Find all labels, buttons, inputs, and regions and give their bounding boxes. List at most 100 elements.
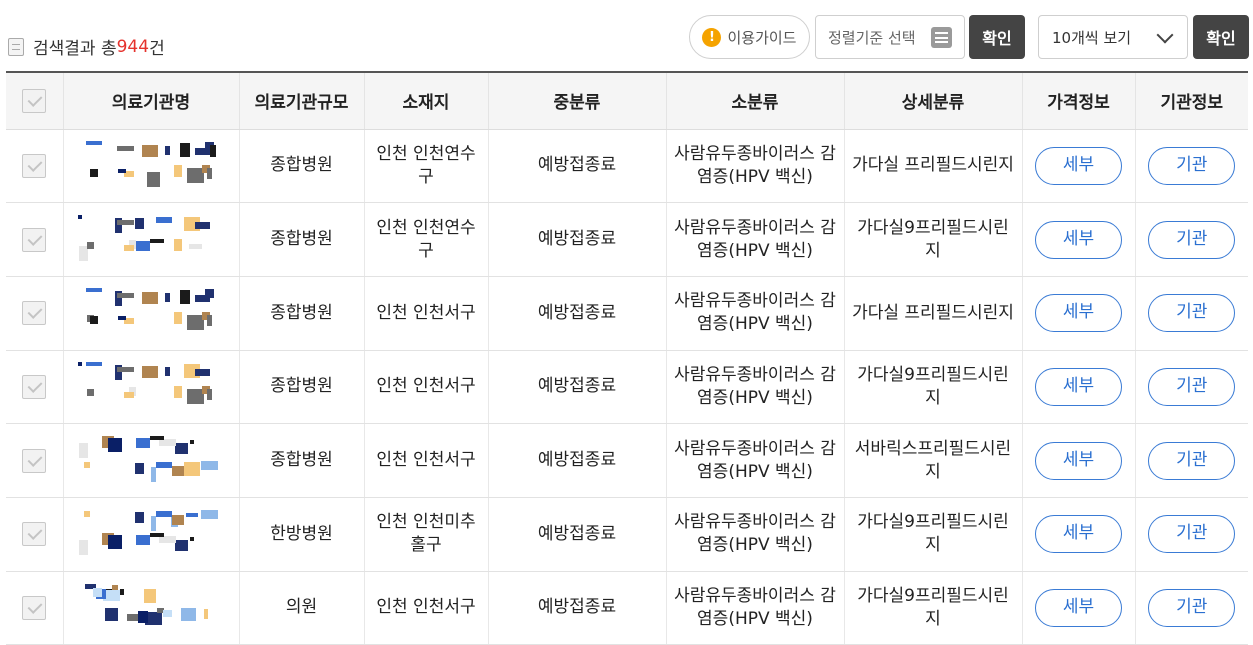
- org-button[interactable]: 기관: [1148, 588, 1236, 627]
- detail-category: 가다실9프리필드시린지: [843, 571, 1022, 645]
- org-info-cell: 기관: [1134, 350, 1248, 425]
- table-header-row: 의료기관명 의료기관규모 소재지 중분류 소분류 상세분류 가격정보 기관정보: [6, 71, 1248, 130]
- mid-category: 예방접종료: [487, 423, 666, 498]
- row-checkbox-cell[interactable]: [6, 571, 63, 645]
- institution-size: 종합병원: [238, 202, 364, 277]
- row-checkbox-cell[interactable]: [6, 350, 63, 425]
- org-button[interactable]: 기관: [1148, 220, 1236, 259]
- col-location: 소재지: [363, 71, 488, 130]
- detail-category: 서바릭스프리필드시린지: [843, 423, 1022, 498]
- institution-size: 종합병원: [238, 129, 364, 204]
- institution-name-cell: [62, 350, 239, 425]
- sub-category: 사람유두종바이러스 감염증(HPV 백신): [665, 202, 844, 277]
- org-button[interactable]: 기관: [1148, 515, 1236, 554]
- redacted-institution-name: [78, 583, 224, 633]
- sub-category: 사람유두종바이러스 감염증(HPV 백신): [665, 276, 844, 351]
- detail-category: 가다실9프리필드시린지: [843, 350, 1022, 425]
- results-table: 의료기관명 의료기관규모 소재지 중분류 소분류 상세분류 가격정보 기관정보 …: [6, 71, 1248, 645]
- sort-confirm-button[interactable]: 확인: [969, 15, 1025, 59]
- price-info-cell: 세부: [1021, 276, 1135, 351]
- detail-button[interactable]: 세부: [1035, 588, 1122, 627]
- org-button[interactable]: 기관: [1148, 146, 1236, 185]
- institution-name-cell: [62, 497, 239, 572]
- result-count-number: 944: [116, 36, 150, 57]
- row-checkbox-cell[interactable]: [6, 276, 63, 351]
- per-page-confirm-button[interactable]: 확인: [1193, 15, 1249, 59]
- sub-category: 사람유두종바이러스 감염증(HPV 백신): [665, 497, 844, 572]
- org-info-cell: 기관: [1134, 276, 1248, 351]
- col-name: 의료기관명: [62, 71, 239, 130]
- per-page-select[interactable]: 10개씩 보기: [1038, 15, 1188, 59]
- detail-button[interactable]: 세부: [1035, 220, 1122, 259]
- detail-button[interactable]: 세부: [1035, 367, 1122, 406]
- col-price-info: 가격정보: [1021, 71, 1135, 130]
- institution-location: 인천 인천서구: [363, 276, 488, 351]
- sort-select[interactable]: 정렬기준 선택: [815, 15, 965, 59]
- mid-category: 예방접종료: [487, 350, 666, 425]
- price-info-cell: 세부: [1021, 571, 1135, 645]
- detail-button[interactable]: 세부: [1035, 146, 1122, 185]
- org-info-cell: 기관: [1134, 423, 1248, 498]
- select-all-checkbox[interactable]: [22, 88, 47, 113]
- detail-button[interactable]: 세부: [1035, 515, 1122, 554]
- col-sub-category: 소분류: [665, 71, 844, 130]
- document-icon: [8, 37, 24, 56]
- chevron-down-icon: [1156, 26, 1174, 44]
- org-button[interactable]: 기관: [1148, 294, 1236, 333]
- col-detail-category: 상세분류: [843, 71, 1022, 130]
- row-checkbox[interactable]: [22, 227, 47, 252]
- sub-category: 사람유두종바이러스 감염증(HPV 백신): [665, 423, 844, 498]
- usage-guide-label: 이용가이드: [727, 28, 797, 47]
- institution-size: 종합병원: [238, 423, 364, 498]
- table-row: 종합병원 인천 인천연수구 예방접종료 사람유두종바이러스 감염증(HPV 백신) 가다…: [6, 202, 1248, 277]
- usage-guide-button[interactable]: ! 이용가이드: [689, 15, 810, 59]
- col-org-info: 기관정보: [1134, 71, 1248, 130]
- detail-button[interactable]: 세부: [1035, 441, 1122, 480]
- result-count: 검색결과 총 944 건: [8, 34, 165, 59]
- institution-location: 인천 인천연수구: [363, 202, 488, 277]
- redacted-institution-name: [78, 361, 224, 412]
- institution-name-cell: [62, 276, 239, 351]
- row-checkbox-cell[interactable]: [6, 423, 63, 498]
- institution-name-cell: [62, 129, 239, 204]
- row-checkbox[interactable]: [22, 448, 47, 473]
- institution-name-cell: [62, 202, 239, 277]
- row-checkbox[interactable]: [22, 595, 47, 620]
- result-suffix: 건: [149, 39, 165, 59]
- redacted-institution-name: [78, 509, 224, 559]
- detail-category: 가다실9프리필드시린지: [843, 497, 1022, 572]
- redacted-institution-name: [78, 214, 224, 265]
- mid-category: 예방접종료: [487, 571, 666, 645]
- per-page-confirm-label: 확인: [1206, 29, 1236, 48]
- institution-location: 인천 인천미추홀구: [363, 497, 488, 572]
- sort-select-label: 정렬기준 선택: [828, 28, 916, 47]
- search-toolbar: 검색결과 총 944 건 ! 이용가이드 정렬기준 선택 확인 10개씩 보기 확인: [0, 0, 1253, 70]
- org-button[interactable]: 기관: [1148, 367, 1236, 406]
- result-prefix: 검색결과 총: [33, 39, 117, 59]
- row-checkbox[interactable]: [22, 301, 47, 326]
- sort-confirm-label: 확인: [982, 29, 1012, 48]
- row-checkbox[interactable]: [22, 153, 47, 178]
- row-checkbox[interactable]: [22, 522, 47, 547]
- institution-location: 인천 인천연수구: [363, 129, 488, 204]
- list-icon: [931, 27, 952, 48]
- price-info-cell: 세부: [1021, 350, 1135, 425]
- header-checkbox-cell[interactable]: [6, 71, 63, 130]
- institution-size: 의원: [238, 571, 364, 645]
- institution-size: 한방병원: [238, 497, 364, 572]
- sub-category: 사람유두종바이러스 감염증(HPV 백신): [665, 129, 844, 204]
- col-mid-category: 중분류: [487, 71, 666, 130]
- row-checkbox-cell[interactable]: [6, 129, 63, 204]
- row-checkbox-cell[interactable]: [6, 497, 63, 572]
- institution-location: 인천 인천서구: [363, 350, 488, 425]
- institution-location: 인천 인천서구: [363, 423, 488, 498]
- institution-location: 인천 인천서구: [363, 571, 488, 645]
- table-row: 한방병원 인천 인천미추홀구 예방접종료 사람유두종바이러스 감염증(HPV 백신) 가…: [6, 497, 1248, 572]
- warning-icon: !: [702, 27, 722, 47]
- row-checkbox-cell[interactable]: [6, 202, 63, 277]
- col-size: 의료기관규모: [238, 71, 364, 130]
- org-button[interactable]: 기관: [1148, 441, 1236, 480]
- institution-name-cell: [62, 423, 239, 498]
- detail-button[interactable]: 세부: [1035, 294, 1122, 333]
- row-checkbox[interactable]: [22, 374, 47, 399]
